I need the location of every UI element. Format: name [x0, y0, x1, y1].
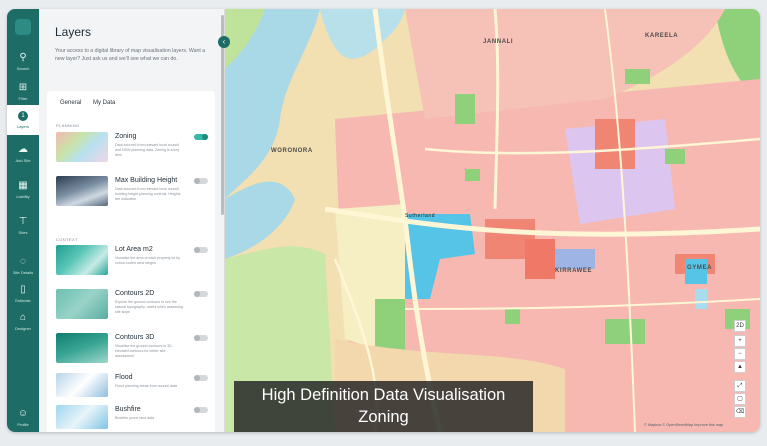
flood-thumbnail	[56, 373, 108, 397]
nav-rail: ⚲ Search ⊞ Filter 1 Layers ☁ Add Site ▦ …	[7, 9, 39, 432]
nav-search[interactable]: ⚲ Search	[7, 45, 39, 79]
estimate-icon: ▯	[20, 284, 26, 295]
layer-contours-3d[interactable]: Contours 3D Visualise the ground contour…	[56, 333, 214, 363]
bushfire-thumbnail	[56, 405, 108, 429]
lot-area-thumbnail	[56, 245, 108, 275]
map-label-gymea: GYMEA	[687, 265, 713, 271]
panel-title: Layers	[55, 25, 92, 39]
layer-bushfire[interactable]: Bushfire Bushfire prone land data	[56, 405, 214, 432]
map-label-jannali: JANNALI	[483, 39, 514, 45]
layer-max-building-height[interactable]: Max Building Height Data sourced from re…	[56, 176, 214, 206]
tab-general[interactable]: General	[60, 100, 81, 106]
compass-button[interactable]: ▲	[734, 361, 746, 373]
zoning-thumbnail	[56, 132, 108, 162]
map-label-sutherland: Sutherland	[405, 213, 436, 219]
app-window: ⚲ Search ⊞ Filter 1 Layers ☁ Add Site ▦ …	[7, 9, 760, 432]
section-context: CONTEXT	[56, 237, 78, 242]
nav-add-site[interactable]: ☁ Add Site	[7, 137, 39, 171]
sites-icon: ⊤	[18, 216, 28, 227]
panel-description: Your access to a digital library of map …	[55, 48, 206, 62]
app-logo	[15, 19, 31, 35]
nav-sites[interactable]: ⊤ Sites	[7, 209, 39, 243]
caption-line-1: High Definition Data Visualisation	[261, 386, 506, 404]
video-caption: High Definition Data Visualisation Zonin…	[234, 381, 533, 432]
delete-button[interactable]: ⌫	[734, 406, 746, 418]
map-label-kirrawee: KIRRAWEE	[555, 268, 593, 274]
collapse-panel-button[interactable]: ‹	[218, 36, 230, 48]
lot-area-toggle[interactable]	[194, 247, 208, 253]
info-icon: ◌	[20, 256, 26, 267]
zoom-in-button[interactable]: +	[734, 335, 746, 347]
nav-layers[interactable]: 1 Layers	[7, 105, 39, 135]
tab-my-data[interactable]: My Data	[93, 100, 115, 106]
layer-lot-area[interactable]: Lot Area m2 Visualise the area of each p…	[56, 245, 214, 275]
map-canvas	[225, 9, 760, 432]
search-icon: ⚲	[19, 52, 27, 63]
nav-profile[interactable]: ☺ Profile	[7, 401, 39, 432]
zoning-toggle[interactable]	[194, 134, 208, 140]
contours-3d-thumbnail	[56, 333, 108, 363]
profile-icon: ☺	[17, 408, 29, 419]
layer-flood[interactable]: Flood Flood planning areas from council …	[56, 373, 214, 403]
map-label-woronora: WORONORA	[271, 148, 313, 154]
measure-button[interactable]: ⤢	[734, 380, 746, 392]
map-label-kareela: KAREELA	[645, 33, 679, 39]
2d-3d-toggle-button[interactable]: 2D	[734, 320, 746, 332]
section-planning: PLANNING	[56, 123, 80, 128]
layers-panel: Layers Your access to a digital library …	[39, 9, 225, 432]
nav-liability[interactable]: ▦ Liability	[7, 173, 39, 207]
layer-zoning[interactable]: Zoning Data sourced from relevant local …	[56, 132, 214, 162]
filter-icon: ⊞	[18, 82, 28, 93]
map-attribution[interactable]: © Mapbox © OpenStreetMap Improve this ma…	[644, 423, 723, 427]
nav-filter[interactable]: ⊞ Filter	[7, 75, 39, 109]
layers-icon: 1	[18, 111, 28, 121]
layer-contours-2d[interactable]: Contours 2D Explore the ground contours …	[56, 289, 214, 319]
building-height-toggle[interactable]	[194, 178, 208, 184]
draw-polygon-button[interactable]: ▢	[734, 393, 746, 405]
contours-3d-toggle[interactable]	[194, 335, 208, 341]
bushfire-toggle[interactable]	[194, 407, 208, 413]
map-view[interactable]: JANNALI KAREELA WORONORA Sutherland KIRR…	[225, 9, 760, 432]
analytics-icon: ▦	[18, 180, 28, 191]
contours-2d-toggle[interactable]	[194, 291, 208, 297]
flood-toggle[interactable]	[194, 375, 208, 381]
zoom-out-button[interactable]: −	[734, 348, 746, 360]
caption-line-2: Zoning	[358, 408, 409, 426]
layer-list: PLANNING Zoning Data sourced from releva…	[47, 115, 215, 432]
add-site-icon: ☁	[18, 144, 28, 155]
contours-2d-thumbnail	[56, 289, 108, 319]
building-height-thumbnail	[56, 176, 108, 206]
nav-designer[interactable]: ⌂ Designer	[7, 305, 39, 339]
designer-icon: ⌂	[19, 312, 27, 323]
layer-tabs: General My Data	[47, 91, 215, 117]
